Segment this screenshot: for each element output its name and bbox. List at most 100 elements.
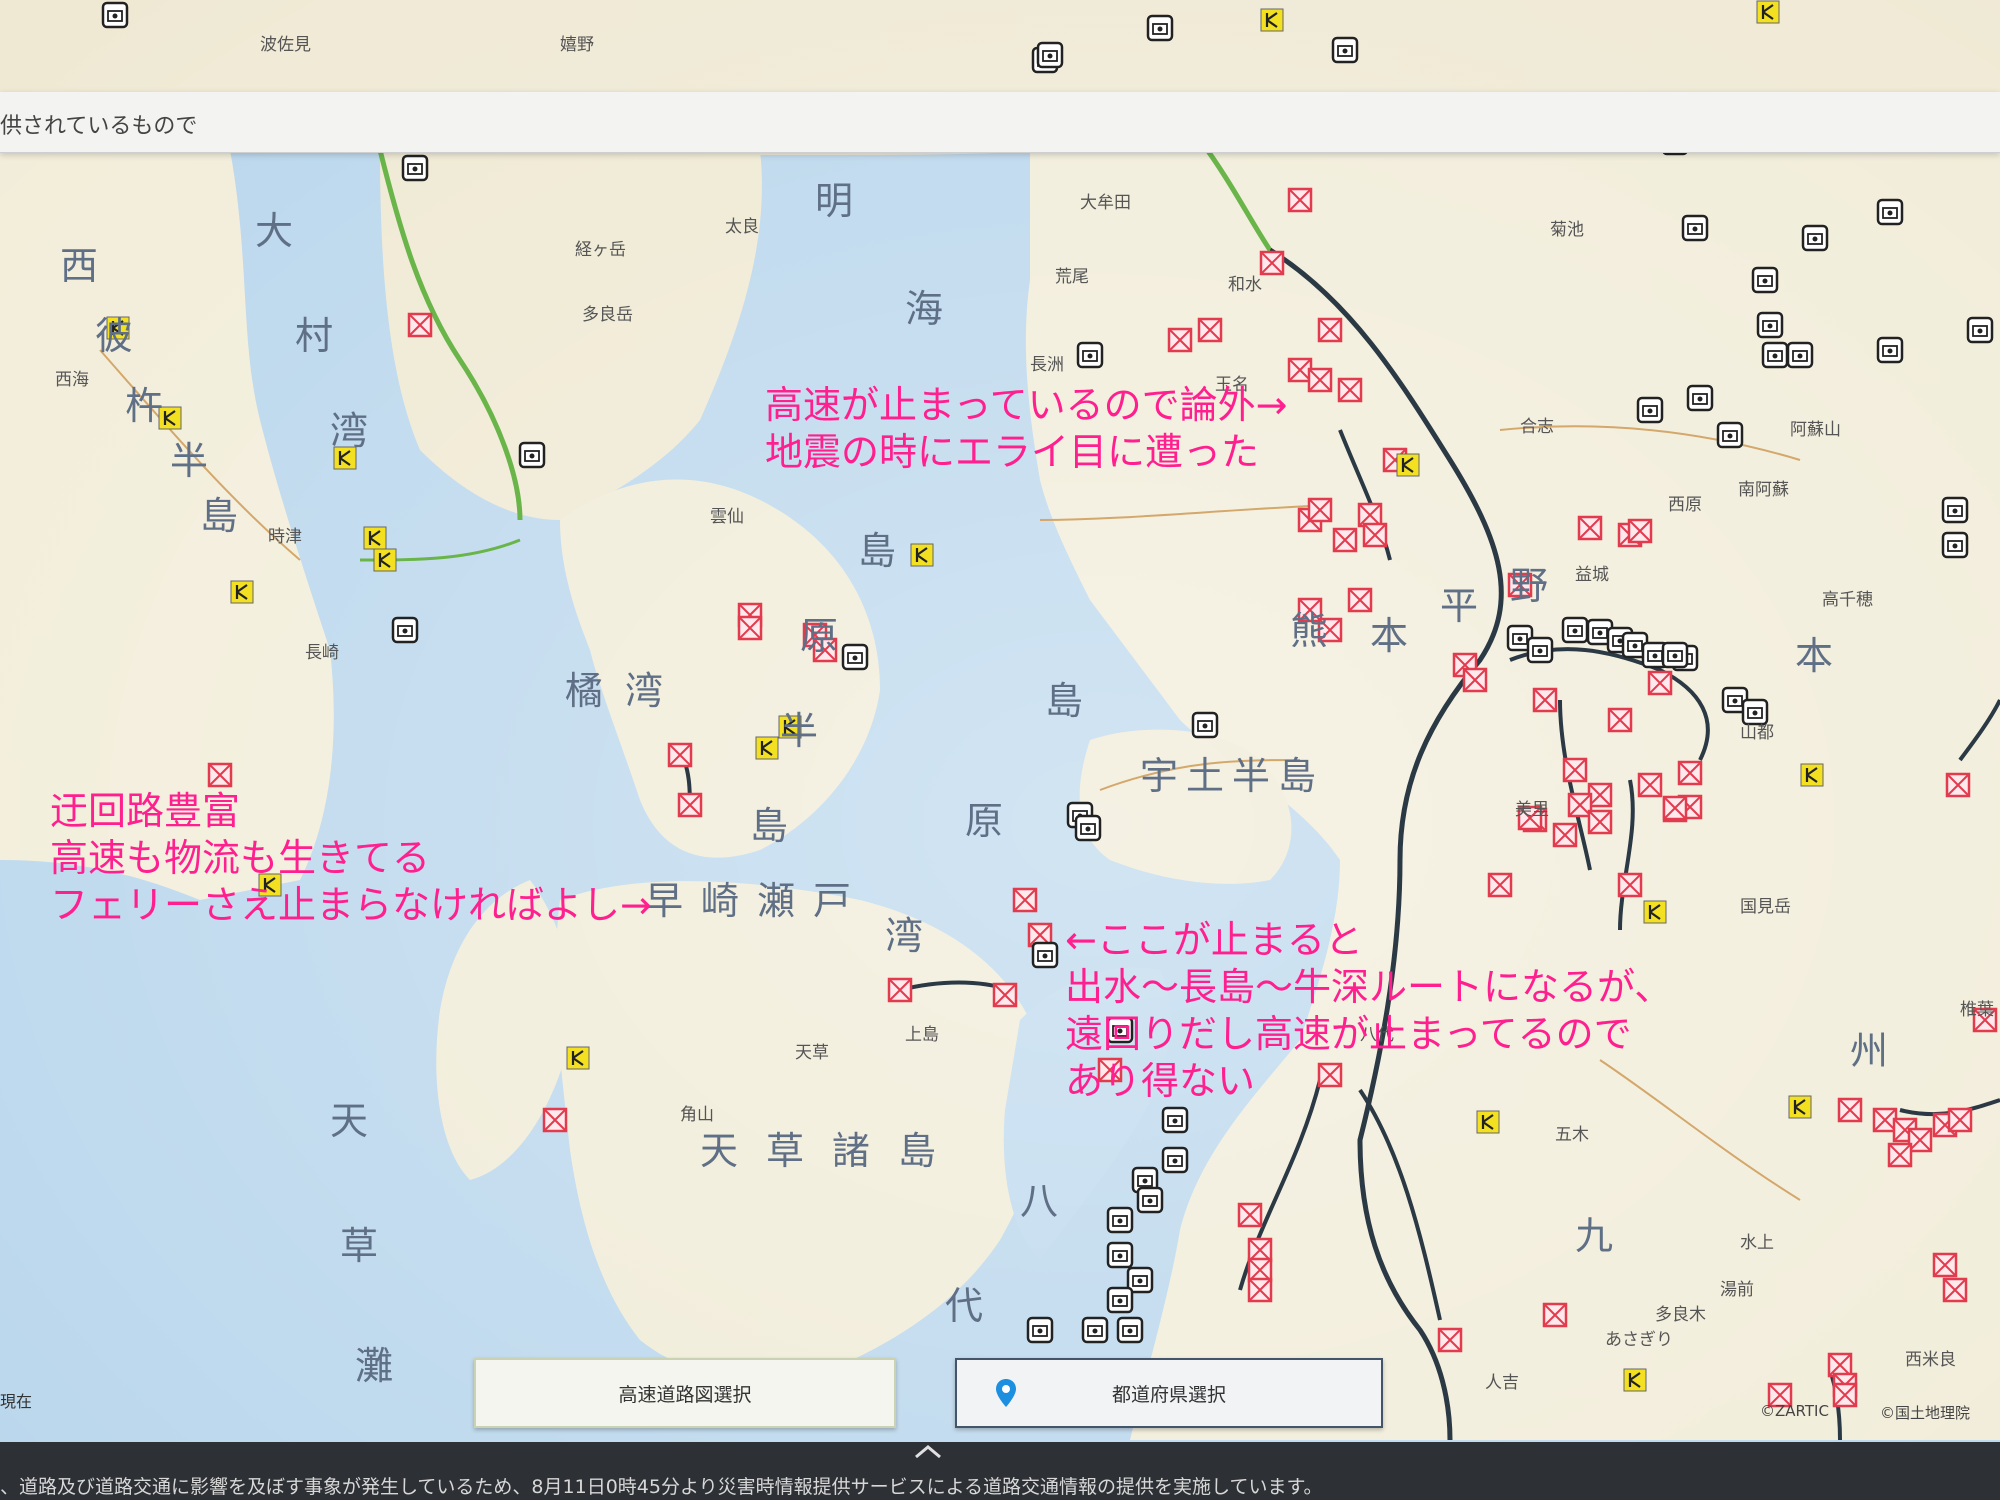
road-closure-icon[interactable]	[667, 742, 693, 768]
traffic-camera-icon[interactable]	[391, 616, 419, 644]
road-closure-icon[interactable]	[1607, 707, 1633, 733]
road-closure-icon[interactable]	[1307, 497, 1333, 523]
road-closure-icon[interactable]	[992, 982, 1018, 1008]
road-closure-icon[interactable]	[1357, 502, 1383, 528]
road-closure-icon[interactable]	[1247, 1257, 1273, 1283]
road-closure-icon[interactable]	[1197, 317, 1223, 343]
road-closure-icon[interactable]	[1167, 327, 1193, 353]
road-closure-icon[interactable]	[1437, 1327, 1463, 1353]
traffic-camera-icon[interactable]	[1966, 316, 1994, 344]
traffic-camera-icon[interactable]	[1106, 1206, 1134, 1234]
traffic-camera-icon[interactable]	[401, 154, 429, 182]
traffic-camera-icon[interactable]	[1146, 14, 1174, 42]
road-closure-icon[interactable]	[1532, 687, 1558, 713]
road-closure-icon[interactable]	[1542, 1302, 1568, 1328]
parking-area-icon[interactable]	[1756, 0, 1780, 24]
road-closure-icon[interactable]	[1827, 1352, 1853, 1378]
traffic-camera-icon[interactable]	[1876, 336, 1904, 364]
traffic-camera-icon[interactable]	[1876, 198, 1904, 226]
road-closure-icon[interactable]	[1677, 760, 1703, 786]
traffic-camera-icon[interactable]	[1161, 1106, 1189, 1134]
road-closure-icon[interactable]	[542, 1107, 568, 1133]
road-closure-icon[interactable]	[1552, 822, 1578, 848]
road-closure-icon[interactable]	[1237, 1202, 1263, 1228]
parking-area-icon[interactable]	[1476, 1110, 1500, 1134]
chevron-up-icon[interactable]	[913, 1444, 943, 1460]
road-closure-icon[interactable]	[1337, 377, 1363, 403]
road-closure-icon[interactable]	[1362, 522, 1388, 548]
traffic-camera-icon[interactable]	[1786, 341, 1814, 369]
traffic-camera-icon[interactable]	[841, 643, 869, 671]
parking-area-icon[interactable]	[1788, 1095, 1812, 1119]
traffic-camera-icon[interactable]	[1561, 616, 1589, 644]
road-closure-icon[interactable]	[1942, 1277, 1968, 1303]
traffic-camera-icon[interactable]	[1116, 1316, 1144, 1344]
parking-area-icon[interactable]	[373, 548, 397, 572]
traffic-camera-icon[interactable]	[1526, 636, 1554, 664]
traffic-camera-icon[interactable]	[1106, 1241, 1134, 1269]
road-closure-icon[interactable]	[1462, 667, 1488, 693]
traffic-camera-icon[interactable]	[1076, 341, 1104, 369]
traffic-camera-icon[interactable]	[1941, 531, 1969, 559]
road-closure-icon[interactable]	[1637, 772, 1663, 798]
traffic-camera-icon[interactable]	[1716, 421, 1744, 449]
traffic-camera-icon[interactable]	[1191, 711, 1219, 739]
road-closure-icon[interactable]	[1487, 872, 1513, 898]
traffic-camera-icon[interactable]	[1031, 941, 1059, 969]
traffic-camera-icon[interactable]	[1756, 311, 1784, 339]
road-closure-icon[interactable]	[1307, 367, 1333, 393]
traffic-camera-icon[interactable]	[1801, 224, 1829, 252]
road-closure-icon[interactable]	[1577, 515, 1603, 541]
parking-area-icon[interactable]	[1623, 1368, 1647, 1392]
expressway-map-select-button[interactable]: 高速道路図選択	[474, 1358, 896, 1428]
road-closure-icon[interactable]	[1332, 527, 1358, 553]
traffic-camera-icon[interactable]	[1081, 1316, 1109, 1344]
parking-area-icon[interactable]	[230, 580, 254, 604]
road-closure-icon[interactable]	[1012, 887, 1038, 913]
traffic-camera-icon[interactable]	[1636, 396, 1664, 424]
traffic-camera-icon[interactable]	[1331, 36, 1359, 64]
parking-area-icon[interactable]	[1800, 763, 1824, 787]
traffic-camera-icon[interactable]	[1036, 41, 1064, 69]
road-map[interactable]	[0, 0, 2000, 1500]
traffic-camera-icon[interactable]	[1941, 496, 1969, 524]
road-closure-icon[interactable]	[1247, 1277, 1273, 1303]
traffic-camera-icon[interactable]	[101, 1, 129, 29]
traffic-camera-icon[interactable]	[1761, 341, 1789, 369]
road-closure-icon[interactable]	[737, 615, 763, 641]
traffic-camera-icon[interactable]	[1161, 1146, 1189, 1174]
parking-area-icon[interactable]	[755, 736, 779, 760]
parking-area-icon[interactable]	[1396, 453, 1420, 477]
parking-area-icon[interactable]	[566, 1046, 590, 1070]
road-closure-icon[interactable]	[1587, 809, 1613, 835]
road-closure-icon[interactable]	[1287, 187, 1313, 213]
road-closure-icon[interactable]	[1259, 250, 1285, 276]
road-closure-icon[interactable]	[1907, 1127, 1933, 1153]
traffic-camera-icon[interactable]	[1686, 384, 1714, 412]
traffic-camera-icon[interactable]	[1074, 814, 1102, 842]
road-closure-icon[interactable]	[1587, 782, 1613, 808]
traffic-camera-icon[interactable]	[518, 441, 546, 469]
road-closure-icon[interactable]	[1872, 1107, 1898, 1133]
road-closure-icon[interactable]	[1627, 518, 1653, 544]
road-closure-icon[interactable]	[1567, 792, 1593, 818]
road-closure-icon[interactable]	[1287, 357, 1313, 383]
road-closure-icon[interactable]	[1347, 587, 1373, 613]
traffic-camera-icon[interactable]	[1661, 641, 1689, 669]
road-closure-icon[interactable]	[207, 762, 233, 788]
road-closure-icon[interactable]	[1317, 317, 1343, 343]
road-closure-icon[interactable]	[677, 792, 703, 818]
road-closure-icon[interactable]	[1832, 1382, 1858, 1408]
road-closure-icon[interactable]	[1945, 772, 1971, 798]
road-closure-icon[interactable]	[1562, 757, 1588, 783]
road-closure-icon[interactable]	[1947, 1107, 1973, 1133]
road-closure-icon[interactable]	[1662, 795, 1688, 821]
traffic-camera-icon[interactable]	[1681, 214, 1709, 242]
road-closure-icon[interactable]	[1247, 1237, 1273, 1263]
traffic-camera-icon[interactable]	[1026, 1316, 1054, 1344]
road-closure-icon[interactable]	[1932, 1252, 1958, 1278]
road-closure-icon[interactable]	[1837, 1097, 1863, 1123]
road-closure-icon[interactable]	[407, 312, 433, 338]
traffic-camera-icon[interactable]	[1136, 1186, 1164, 1214]
road-closure-icon[interactable]	[1617, 872, 1643, 898]
